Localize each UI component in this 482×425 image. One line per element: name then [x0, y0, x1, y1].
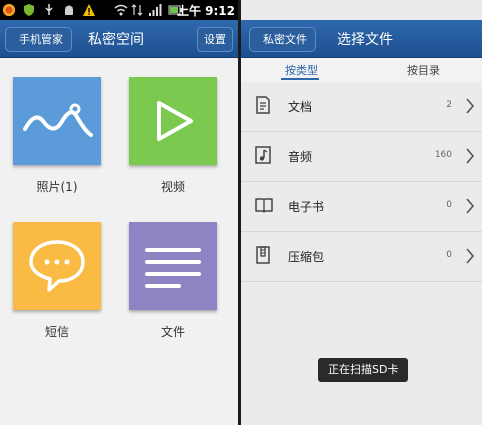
files-tile[interactable] [129, 222, 217, 310]
photos-tile[interactable] [13, 77, 101, 165]
chevron-right-icon [466, 98, 475, 114]
list-item-audio[interactable]: 音频 160 [241, 132, 482, 182]
app-logo-icon [2, 3, 16, 17]
list-item-count: 160 [434, 150, 452, 160]
list-item-ebook[interactable]: 电子书 0 [241, 182, 482, 232]
list-item-label: 文档 [288, 100, 313, 114]
title-bar: 私密文件 选择文件 [241, 20, 482, 58]
chevron-right-icon [466, 248, 475, 264]
status-bar: 上午 9:12 [0, 0, 238, 20]
tab-bar: 按类型 按目录 [241, 58, 482, 82]
back-button-phone-manager[interactable]: 手机管家 [5, 27, 72, 52]
video-play-icon [157, 101, 193, 141]
list-item-count: 0 [446, 200, 452, 210]
archive-icon [256, 246, 270, 264]
data-transfer-icon [131, 4, 143, 16]
signal-icon [149, 4, 162, 16]
video-tile-label: 视频 [160, 180, 185, 194]
list-item-archive[interactable]: 压缩包 0 [241, 232, 482, 282]
photos-tile-label: 照片(1) [36, 180, 78, 194]
chevron-right-icon [466, 198, 475, 214]
chevron-right-icon [466, 148, 475, 164]
book-icon [255, 198, 273, 213]
page-title: 私密空间 [88, 32, 144, 48]
photo-icon [23, 103, 93, 137]
list-item-label: 电子书 [288, 200, 325, 214]
list-item-label: 压缩包 [288, 250, 325, 264]
select-file-screen: 私密文件 选择文件 按类型 按目录 文档 2 音频 160 电子书 0 压缩包 … [241, 0, 482, 425]
document-icon [256, 96, 270, 114]
list-item-label: 音频 [288, 150, 313, 164]
files-tile-label: 文件 [160, 325, 185, 339]
music-note-icon [255, 146, 271, 164]
sms-tile-label: 短信 [44, 325, 69, 339]
list-item-documents[interactable]: 文档 2 [241, 82, 482, 132]
sms-tile[interactable] [13, 222, 101, 310]
back-button-private-files[interactable]: 私密文件 [249, 27, 316, 52]
shield-status-icon [24, 4, 34, 16]
file-lines-icon [145, 248, 201, 288]
page-title: 选择文件 [337, 32, 393, 48]
video-tile[interactable] [129, 77, 217, 165]
usb-icon [45, 4, 53, 15]
tab-by-directory[interactable]: 按目录 [407, 62, 440, 78]
android-debug-icon [65, 5, 73, 15]
title-bar: 手机管家 私密空间 设置 [0, 20, 238, 58]
wifi-icon [114, 4, 128, 16]
list-item-count: 2 [446, 100, 452, 110]
scanning-toast: 正在扫描SD卡 [318, 358, 409, 382]
settings-button[interactable]: 设置 [197, 27, 233, 52]
status-time: 上午 9:12 [176, 4, 235, 18]
warning-icon [83, 4, 95, 16]
active-tab-indicator [281, 78, 319, 80]
private-space-screen: 上午 9:12 手机管家 私密空间 设置 照片(1) 视频 短信 文件 [0, 0, 238, 425]
sms-icon [29, 240, 85, 292]
tab-by-type[interactable]: 按类型 [285, 62, 318, 78]
list-item-count: 0 [446, 250, 452, 260]
